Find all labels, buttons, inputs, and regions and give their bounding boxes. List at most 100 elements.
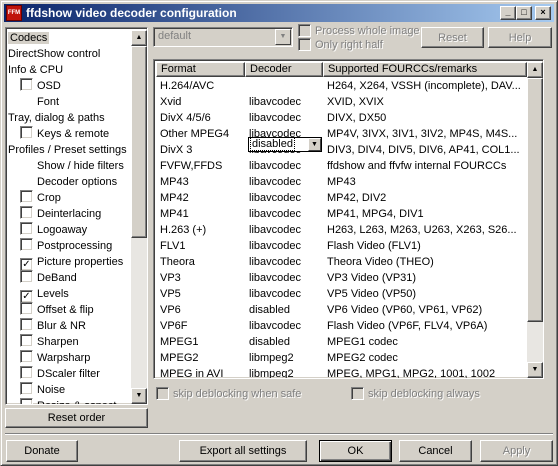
table-row[interactable]: DivX 3libavcodecDIV3, DIV4, DIV5, DIV6, …: [156, 143, 527, 158]
tree-item[interactable]: Postprocessing: [20, 238, 112, 254]
table-row[interactable]: VP5 libavcodec VP5 Video (VP50): [156, 287, 527, 302]
skip-deblocking-safe-option[interactable]: [156, 387, 173, 401]
app-icon[interactable]: FFM: [6, 5, 22, 21]
tree-item-checkbox[interactable]: [20, 350, 33, 363]
tree-item[interactable]: DirectShow control: [8, 46, 100, 62]
scroll-down-icon[interactable]: ▼: [131, 388, 147, 404]
tree-item-checkbox[interactable]: [20, 302, 33, 315]
tree-item[interactable]: Deinterlacing: [20, 206, 101, 222]
tree-item-checkbox[interactable]: [20, 238, 33, 251]
tree-item-checkbox[interactable]: [20, 398, 33, 404]
tree-item-checkbox[interactable]: [20, 334, 33, 347]
tree-item[interactable]: Info & CPU: [8, 62, 63, 78]
row-fourcc: H264, X264, VSSH (incomplete), DAV...: [327, 80, 521, 92]
table-row[interactable]: FVFW,FFDS libavcodec ffdshow and ffvfw int…: [156, 159, 527, 174]
table-row[interactable]: DivX 4/5/6 libavcodec DIVX, DX50: [156, 111, 527, 126]
row-fourcc: Flash Video (FLV1): [327, 240, 421, 252]
row-decoder: libavcodec: [249, 160, 301, 172]
tree-item[interactable]: ✓ Levels: [20, 286, 69, 303]
tree-item[interactable]: Tray, dialog & paths: [8, 110, 105, 126]
decoder-dropdown[interactable]: disabled ▼: [248, 137, 322, 152]
process-whole-image-checkbox[interactable]: [298, 24, 311, 37]
tree-item[interactable]: DScaler filter: [20, 366, 100, 382]
skip-deblocking-safe-checkbox[interactable]: [156, 387, 169, 400]
settings-tree[interactable]: Codecs DirectShow control Info & CPU OSD Fon…: [5, 27, 148, 405]
tree-item[interactable]: Decoder options: [37, 174, 117, 190]
preset-combobox[interactable]: default ▼: [153, 27, 293, 47]
tree-item[interactable]: Resize & aspect: [20, 398, 116, 404]
column-header-decoder[interactable]: Decoder: [245, 62, 323, 77]
close-button[interactable]: ×: [535, 6, 551, 20]
tree-item-checkbox[interactable]: [20, 382, 33, 395]
help-button[interactable]: Help: [488, 27, 552, 48]
reset-button[interactable]: Reset: [421, 27, 484, 48]
ok-button[interactable]: OK: [319, 440, 392, 462]
title-bar[interactable]: FFM ffdshow video decoder configuration …: [4, 4, 554, 22]
tree-item-checkbox[interactable]: [20, 126, 33, 139]
tree-item[interactable]: Profiles / Preset settings: [8, 142, 127, 158]
tree-item[interactable]: Font: [37, 94, 59, 110]
table-row[interactable]: MP41 libavcodec MP41, MPG4, DIV1: [156, 207, 527, 222]
process-whole-image-option[interactable]: [298, 24, 315, 38]
tree-scrollbar[interactable]: ▲ ▼: [131, 30, 147, 404]
tree-item-label: OSD: [37, 80, 61, 92]
tree-item-checkbox[interactable]: [20, 366, 33, 379]
tree-item-checkbox[interactable]: [20, 78, 33, 91]
scroll-up-icon[interactable]: ▲: [131, 30, 147, 46]
apply-button[interactable]: Apply: [480, 440, 553, 462]
column-header-fourcc[interactable]: Supported FOURCCs/remarks: [323, 62, 527, 77]
scroll-thumb[interactable]: [527, 78, 543, 322]
tree-item-checkbox[interactable]: [20, 270, 33, 283]
tree-item[interactable]: Logoaway: [20, 222, 87, 238]
table-row[interactable]: MPEG in AVI libmpeg2 MPEG, MPG1, MPG2, 100…: [156, 367, 527, 378]
scroll-down-icon[interactable]: ▼: [527, 362, 543, 378]
only-right-half-checkbox[interactable]: [298, 38, 311, 51]
chevron-down-icon[interactable]: ▼: [308, 138, 321, 151]
list-scrollbar[interactable]: ▲ ▼: [527, 62, 543, 378]
table-row[interactable]: VP6F libavcodec Flash Video (VP6F, FLV4, V…: [156, 319, 527, 334]
reset-order-button[interactable]: Reset order: [5, 408, 148, 428]
table-row[interactable]: VP6 disabled VP6 Video (VP60, VP61, VP62): [156, 303, 527, 318]
skip-deblocking-always-checkbox[interactable]: [351, 387, 364, 400]
table-row[interactable]: MPEG2 libmpeg2 MPEG2 codec: [156, 351, 527, 366]
tree-item-checkbox[interactable]: [20, 206, 33, 219]
tree-item[interactable]: Warpsharp: [20, 350, 90, 366]
tree-item-checkbox[interactable]: [20, 318, 33, 331]
column-header-format[interactable]: Format: [156, 62, 245, 77]
table-row[interactable]: MPEG1 disabled MPEG1 codec: [156, 335, 527, 350]
tree-item[interactable]: Sharpen: [20, 334, 79, 350]
maximize-button[interactable]: □: [516, 6, 532, 20]
table-row[interactable]: FLV1 libavcodec Flash Video (FLV1): [156, 239, 527, 254]
tree-item-checkbox[interactable]: [20, 222, 33, 235]
tree-item[interactable]: Crop: [20, 190, 61, 206]
tree-item[interactable]: Keys & remote: [20, 126, 109, 142]
table-row[interactable]: MP43 libavcodec MP43: [156, 175, 527, 190]
only-right-half-option[interactable]: [298, 38, 315, 52]
chevron-down-icon[interactable]: ▼: [275, 29, 291, 45]
cancel-button[interactable]: Cancel: [399, 440, 472, 462]
tree-item[interactable]: ✓ Picture properties: [20, 254, 123, 271]
table-row[interactable]: VP3 libavcodec VP3 Video (VP31): [156, 271, 527, 286]
tree-item[interactable]: Codecs: [8, 30, 50, 46]
table-row[interactable]: Theora libavcodec Theora Video (THEO): [156, 255, 527, 270]
scroll-up-icon[interactable]: ▲: [527, 62, 543, 78]
tree-item-checkbox[interactable]: [20, 190, 33, 203]
process-whole-image-label: Process whole image: [315, 25, 420, 37]
skip-deblocking-always-option[interactable]: [351, 387, 368, 401]
table-row[interactable]: MP42 libavcodec MP42, DIV2: [156, 191, 527, 206]
tree-item[interactable]: Blur & NR: [20, 318, 86, 334]
tree-item[interactable]: Offset & flip: [20, 302, 94, 318]
tree-item[interactable]: DeBand: [20, 270, 77, 286]
donate-button[interactable]: Donate: [6, 440, 78, 462]
export-settings-button[interactable]: Export all settings: [179, 440, 307, 462]
table-row[interactable]: Other MPEG4 libavcodec MP4V, 3IVX, 3IV1, 3…: [156, 127, 527, 142]
table-row[interactable]: H.264/AVC H264, X264, VSSH (incomplete), …: [156, 79, 527, 94]
table-row[interactable]: Xvid libavcodec XVID, XVIX: [156, 95, 527, 110]
minimize-button[interactable]: _: [500, 6, 516, 20]
tree-item[interactable]: Noise: [20, 382, 65, 398]
tree-item[interactable]: OSD: [20, 78, 61, 94]
tree-item[interactable]: Show / hide filters: [37, 158, 124, 174]
scroll-thumb[interactable]: [131, 46, 147, 238]
table-row[interactable]: H.263 (+) libavcodec H263, L263, M263, U26…: [156, 223, 527, 238]
codec-list[interactable]: Format Decoder Supported FOURCCs/remarks…: [153, 59, 544, 379]
